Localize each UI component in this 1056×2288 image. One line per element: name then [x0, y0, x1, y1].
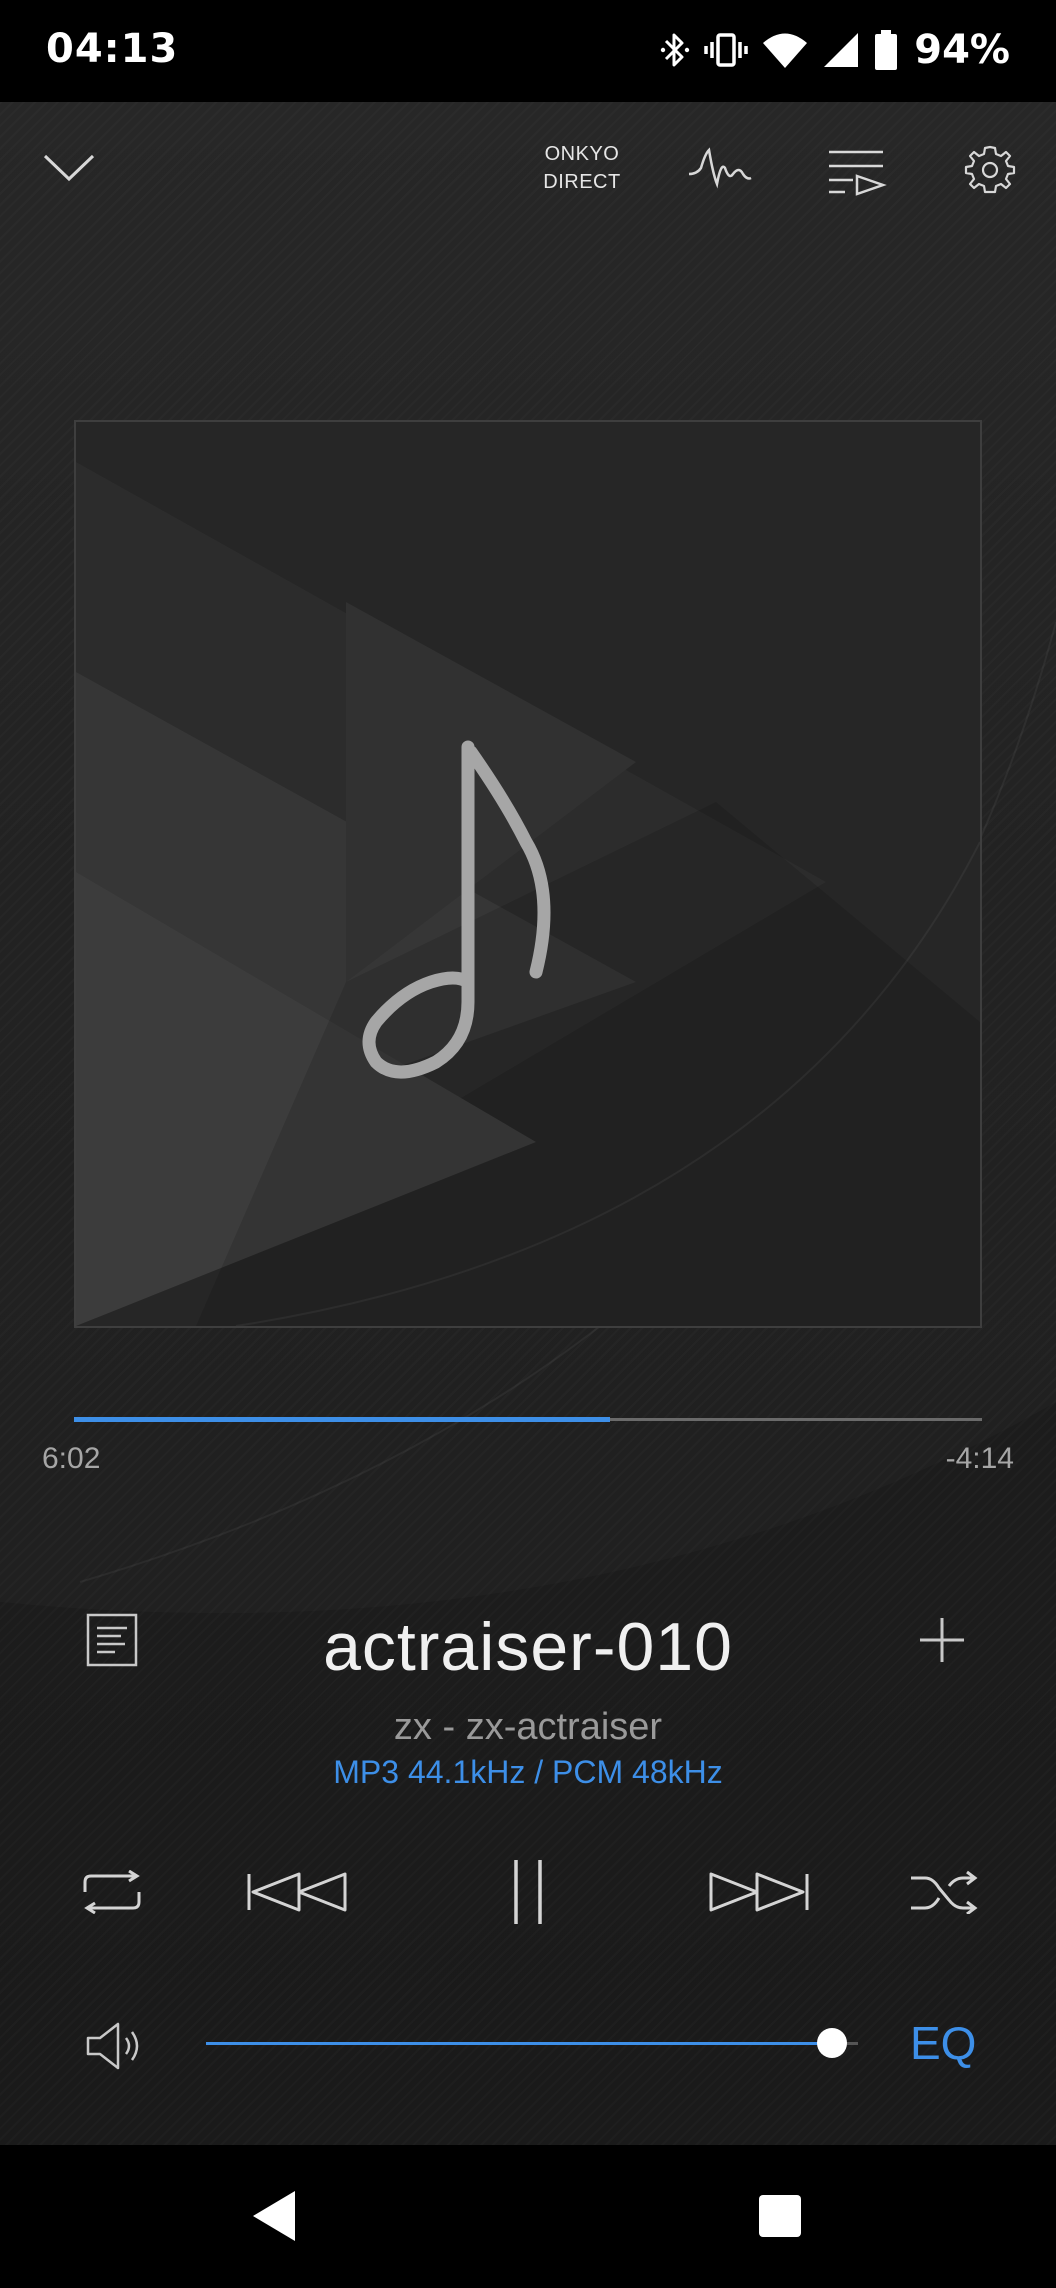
volume-slider[interactable]	[206, 2028, 858, 2058]
brand-line2: DIRECT	[543, 171, 621, 193]
volume-knob[interactable]	[816, 2028, 847, 2058]
eq-button[interactable]: EQ	[910, 2016, 976, 2070]
shuffle-button[interactable]	[902, 1860, 986, 1924]
bluetooth-icon	[660, 30, 690, 70]
add-to-playlist-button[interactable]	[910, 1608, 974, 1672]
back-button[interactable]	[234, 2181, 314, 2251]
elapsed-time: 6:02	[42, 1442, 101, 1475]
repeat-icon	[83, 1870, 141, 1914]
next-button[interactable]	[704, 1860, 814, 1924]
remaining-time: -4:14	[945, 1442, 1014, 1475]
mute-button[interactable]	[78, 2014, 150, 2078]
shuffle-icon	[911, 1870, 978, 1914]
wifi-icon	[762, 30, 808, 70]
queue-button[interactable]	[816, 144, 896, 200]
player-panel: ONKYO DIRECT 6:02 -4:14 actraiser-010 zx…	[0, 102, 1056, 2145]
battery-icon	[874, 29, 898, 71]
previous-icon	[247, 1872, 347, 1912]
previous-button[interactable]	[242, 1860, 352, 1924]
recents-button[interactable]	[740, 2181, 820, 2251]
collapse-button[interactable]	[32, 142, 106, 192]
progress-fill	[74, 1417, 610, 1422]
volume-fill	[206, 2042, 832, 2045]
pause-button[interactable]	[496, 1850, 560, 1934]
audio-format: MP3 44.1kHz / PCM 48kHz	[333, 1754, 723, 1790]
waveform-icon	[688, 147, 752, 189]
artist-album: zx - zx-actraiser	[393, 1706, 663, 1748]
speaker-icon	[86, 2022, 139, 2070]
recents-icon	[759, 2195, 801, 2237]
vibrate-icon	[704, 30, 748, 70]
collapse-chevron-icon	[43, 154, 95, 182]
pause-icon	[514, 1860, 542, 1924]
repeat-button[interactable]	[70, 1860, 154, 1924]
settings-gear-icon	[964, 145, 1016, 194]
track-title: actraiser-010	[323, 1609, 733, 1685]
settings-button[interactable]	[958, 138, 1022, 202]
queue-icon	[829, 150, 887, 196]
status-bar: 04:13 94%	[0, 0, 1056, 102]
navigation-bar	[0, 2145, 1056, 2288]
onkyo-direct-button[interactable]: ONKYO DIRECT	[532, 140, 632, 196]
status-time: 04:13	[46, 26, 179, 72]
status-icons: 94%	[660, 22, 1010, 78]
next-icon	[709, 1872, 809, 1912]
album-art[interactable]	[74, 420, 982, 1328]
progress-bar[interactable]	[74, 1417, 982, 1422]
album-art-graphic	[76, 422, 980, 1326]
battery-percent: 94%	[914, 27, 1010, 73]
now-playing-screen: 04:13 94% ONKYO DIRECT 6:02 -4:14 actrai…	[0, 0, 1056, 2288]
waveform-button[interactable]	[680, 138, 760, 198]
back-icon	[253, 2191, 295, 2241]
cell-signal-icon	[822, 30, 860, 70]
add-icon	[920, 1618, 964, 1662]
brand-line1: ONKYO	[544, 143, 620, 165]
